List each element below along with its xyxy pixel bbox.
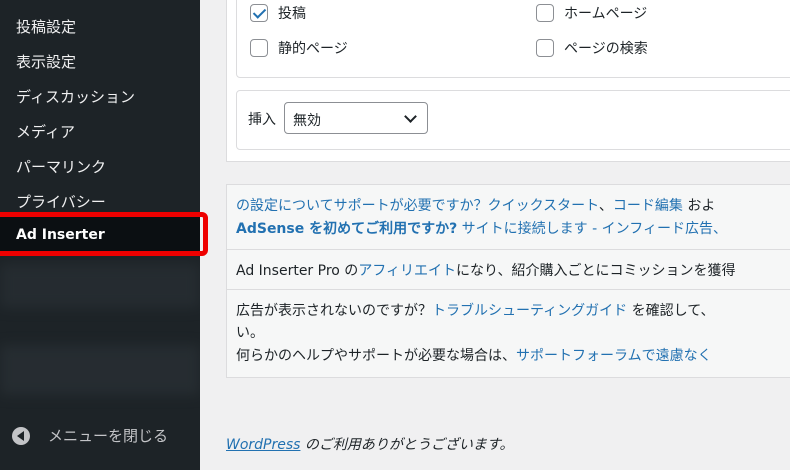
checkbox-label: 投稿 [278,6,306,22]
sidebar-item-privacy[interactable]: プライバシー [16,191,106,212]
insert-label: 挿入 [248,112,276,128]
quickstart-link[interactable]: クイックスタート [488,198,599,214]
help-line-adsense: AdSense を初めてご利用ですか? サイトに接続します - インフィード広告… [236,218,727,238]
help-text: Ad Inserter Pro の [236,263,359,279]
sidebar-item-discussion[interactable]: ディスカッション [16,86,135,107]
help-line-troubleshoot: 広告が表示されないのですが？トラブルシューティングガイド を確認して、 [236,300,715,320]
affiliate-link[interactable]: アフィリエイト [358,263,456,279]
help-text: 何らかのヘルプやサポートが必要な場合は、 [236,348,516,364]
support-forum-link[interactable]: サポートフォーラムで遠慮なく [516,348,712,364]
checkbox-icon[interactable] [536,4,554,22]
collapse-menu-button[interactable]: メニューを閉じる [12,425,168,446]
footer-text: のご利用ありがとうございます。 [300,437,514,453]
help-line-forum: 何らかのヘルプやサポートが必要な場合は、サポートフォーラムで遠慮なく [236,345,712,365]
wordpress-link[interactable]: WordPress [226,437,300,453]
connect-site-link[interactable]: サイトに接続します [457,221,588,237]
help-line-affiliate: Ad Inserter Pro のアフィリエイトになり、紹介購入ごとにコミッショ… [236,260,736,280]
sidebar-item-ad-inserter[interactable]: Ad Inserter [0,216,200,256]
insert-select[interactable]: 無効 [284,102,428,134]
checkbox-icon[interactable] [250,39,268,57]
separator-text: - [587,221,602,237]
support-link[interactable]: の設定についてサポートが必要ですか？ [236,198,488,214]
help-line-support: の設定についてサポートが必要ですか？クイックスタート、コード編集 およ [236,195,715,215]
blurred-menu-area [0,264,200,308]
admin-footer: WordPress のご利用ありがとうございます。 [226,434,514,454]
help-text: 広告が表示されないのですが？ [236,303,432,319]
divider [227,249,790,250]
checkbox-static-pages[interactable]: 静的ページ [250,38,348,58]
sidebar-item-label: Ad Inserter [16,227,105,243]
admin-sidebar: 投稿設定 表示設定 ディスカッション メディア パーマリンク プライバシー Ad… [0,0,200,470]
sidebar-item-writing[interactable]: 投稿設定 [16,16,76,37]
insert-select-value: 無効 [293,113,321,129]
checkbox-checked-icon[interactable] [250,4,268,22]
checkbox-label: ホームページ [564,6,648,22]
help-line-continued: い。 [236,325,264,341]
blurred-menu-area [0,345,200,395]
in-feed-ads-link[interactable]: インフィード広告、 [602,221,727,237]
sidebar-item-media[interactable]: メディア [16,121,75,142]
sidebar-item-reading[interactable]: 表示設定 [16,51,76,72]
checkbox-label: 静的ページ [278,41,348,57]
chevron-down-icon [404,110,417,123]
help-text: を確認して、 [627,303,715,319]
checkbox-label: ページの検索 [564,41,648,57]
code-editing-link[interactable]: コード編集 [613,198,683,214]
collapse-arrow-icon [12,426,30,445]
checkbox-icon[interactable] [536,39,554,57]
divider [227,289,790,290]
checkbox-posts[interactable]: 投稿 [250,3,306,23]
checkbox-search-pages[interactable]: ページの検索 [536,38,648,58]
sidebar-item-permalinks[interactable]: パーマリンク [16,156,106,177]
checkbox-homepage[interactable]: ホームページ [536,3,647,23]
adsense-first-time-link[interactable]: AdSense を初めてご利用ですか? [236,221,457,237]
help-text: になり、紹介購入ごとにコミッションを獲得 [456,263,736,279]
separator-text: 、 [598,198,613,214]
help-text: およ [682,198,716,214]
collapse-menu-label: メニューを閉じる [48,427,169,445]
troubleshooting-guide-link[interactable]: トラブルシューティングガイド [432,303,627,319]
